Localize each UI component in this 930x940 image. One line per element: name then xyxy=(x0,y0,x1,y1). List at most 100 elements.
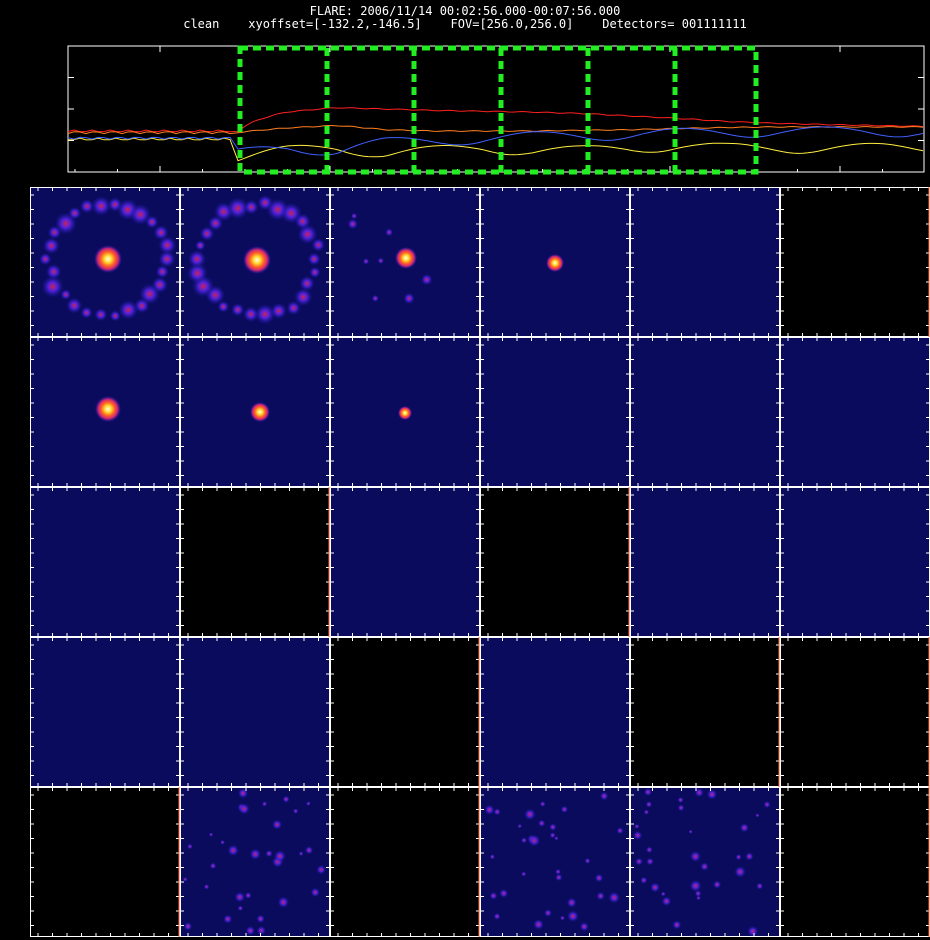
noise-blob xyxy=(277,896,290,908)
noise-blob xyxy=(643,809,650,815)
panel-background xyxy=(630,637,780,787)
ring-blob xyxy=(195,240,206,251)
noise-blob xyxy=(316,865,326,875)
panel-background xyxy=(780,187,930,337)
noise-blob xyxy=(493,912,501,920)
flare-source xyxy=(243,246,271,274)
noise-blob xyxy=(560,805,568,813)
ring-blob xyxy=(244,199,259,215)
noise-blob xyxy=(660,891,666,897)
panel-background xyxy=(330,637,480,787)
noise-blob xyxy=(234,891,245,903)
noise-blob xyxy=(489,854,495,860)
noise-blob xyxy=(310,887,320,897)
panel-r1-c1 xyxy=(30,187,180,337)
ring-blob xyxy=(231,303,245,317)
panel-r2-c6 xyxy=(780,337,930,487)
noise-blob xyxy=(265,850,273,858)
panel-r4-c5 xyxy=(630,637,780,787)
noise-blob xyxy=(640,876,648,884)
noise-blob xyxy=(208,832,214,837)
panel-r2-c4 xyxy=(480,337,630,487)
noise-blob xyxy=(209,862,217,870)
panel-background xyxy=(630,337,780,487)
noise-blob xyxy=(305,846,314,855)
noise-blob xyxy=(600,791,609,801)
panel-r5-c6 xyxy=(780,787,930,937)
noise-blob xyxy=(633,830,643,840)
noise-blob xyxy=(524,808,536,820)
noise-blob xyxy=(756,882,764,890)
noise-blob xyxy=(362,258,370,265)
panel-r1-c5 xyxy=(630,187,780,337)
noise-blob xyxy=(661,896,672,906)
noise-blob xyxy=(237,905,244,911)
noise-blob xyxy=(187,843,193,850)
noise-blob xyxy=(635,857,643,866)
panel-r3-c3 xyxy=(330,487,480,637)
noise-blob xyxy=(203,884,210,890)
panel-background xyxy=(480,787,630,937)
ring-blob xyxy=(45,264,62,280)
noise-blob xyxy=(421,274,433,286)
panel-background xyxy=(180,487,330,637)
noise-blob xyxy=(646,857,654,866)
ring-blob xyxy=(109,310,121,322)
panel-r3-c4 xyxy=(480,487,630,637)
panel-r4-c1 xyxy=(30,637,180,787)
noise-blob xyxy=(650,882,660,893)
flare-source xyxy=(398,406,412,420)
noise-blob xyxy=(377,257,384,264)
ring-blob xyxy=(158,236,177,255)
ring-blob xyxy=(94,308,108,322)
noise-blob xyxy=(596,891,605,901)
ring-blob xyxy=(188,250,206,268)
noise-blob xyxy=(549,832,556,839)
ring-blob xyxy=(286,301,301,315)
noise-blob xyxy=(594,873,604,883)
noise-blob xyxy=(644,788,652,796)
panel-background xyxy=(30,787,180,937)
ring-blob xyxy=(91,196,111,216)
flare-source xyxy=(94,245,122,273)
panel-background xyxy=(780,637,930,787)
panel-r4-c3 xyxy=(330,637,480,787)
ring-blob xyxy=(307,252,321,266)
panel-background xyxy=(780,787,930,937)
noise-blob xyxy=(735,854,742,861)
panel-r1-c6 xyxy=(780,187,930,337)
panel-r5-c4 xyxy=(480,787,630,937)
noise-blob xyxy=(528,834,541,847)
noise-blob xyxy=(739,823,749,833)
ring-blob xyxy=(145,215,159,229)
noise-blob xyxy=(238,803,250,815)
noise-blob xyxy=(706,789,718,800)
noise-blob xyxy=(351,212,358,220)
noise-blob xyxy=(700,862,709,871)
flare-source xyxy=(95,396,121,422)
panel-background xyxy=(480,337,630,487)
noise-blob xyxy=(403,292,415,304)
noise-blob xyxy=(183,922,193,931)
noise-blob xyxy=(182,877,188,882)
noise-blob xyxy=(499,888,509,898)
noise-blob xyxy=(763,801,771,808)
ring-blob xyxy=(311,238,325,252)
noise-blob xyxy=(306,801,311,806)
noise-blob xyxy=(274,850,286,863)
panel-background xyxy=(330,787,480,937)
flare-title: FLARE: 2006/11/14 00:02:56.000-00:07:56.… xyxy=(309,4,621,18)
panel-r2-c5 xyxy=(630,337,780,487)
noise-blob xyxy=(694,890,702,897)
noise-blob xyxy=(489,891,498,900)
panel-background xyxy=(30,637,180,787)
panel-background xyxy=(180,637,330,787)
noise-blob xyxy=(549,823,557,831)
noise-blob xyxy=(256,914,265,923)
ring-blob xyxy=(66,297,83,314)
image-grid xyxy=(30,187,930,937)
panel-r5-c3 xyxy=(330,787,480,937)
noise-blob xyxy=(227,844,239,856)
noise-blob xyxy=(484,804,495,815)
noise-blob xyxy=(555,873,563,881)
